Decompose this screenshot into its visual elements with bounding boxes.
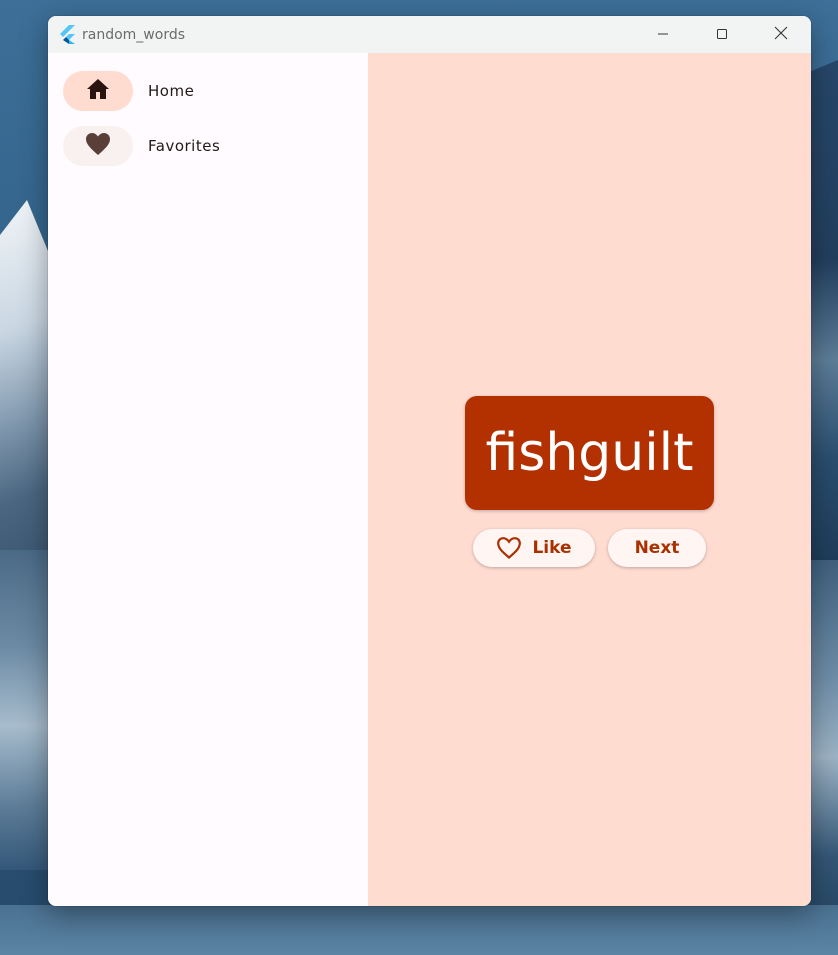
nav-item-favorites[interactable]: Favorites [63,126,220,166]
title-bar[interactable]: random_words [48,16,811,53]
nav-label-home: Home [148,82,195,100]
wallpaper-bottom [0,905,838,955]
navigation-rail: Home Favorites [48,53,368,906]
nav-indicator-home[interactable] [63,71,133,111]
heart-icon [85,132,111,160]
like-button-label: Like [532,538,572,558]
word-pair-card: fishguilt [465,396,714,510]
nav-item-home[interactable]: Home [63,71,194,111]
home-icon [86,78,110,104]
minimize-button[interactable] [634,16,692,53]
like-button[interactable]: Like [473,529,595,567]
flutter-logo-icon [58,25,76,44]
next-button[interactable]: Next [608,529,706,567]
maximize-button[interactable] [693,16,751,53]
close-button[interactable] [752,16,810,53]
heart-outline-icon [496,536,522,560]
nav-label-favorites: Favorites [148,137,221,155]
app-window: random_words Home Favorites fishguilt Li… [48,16,811,906]
nav-indicator-favorites[interactable] [63,126,133,166]
window-title: random_words [82,27,186,43]
minimize-icon [657,25,669,44]
generator-page: fishguilt Like Next [368,53,811,906]
next-button-label: Next [634,538,680,558]
word-pair-text: fishguilt [485,423,694,483]
maximize-icon [716,25,728,44]
close-icon [774,25,788,44]
